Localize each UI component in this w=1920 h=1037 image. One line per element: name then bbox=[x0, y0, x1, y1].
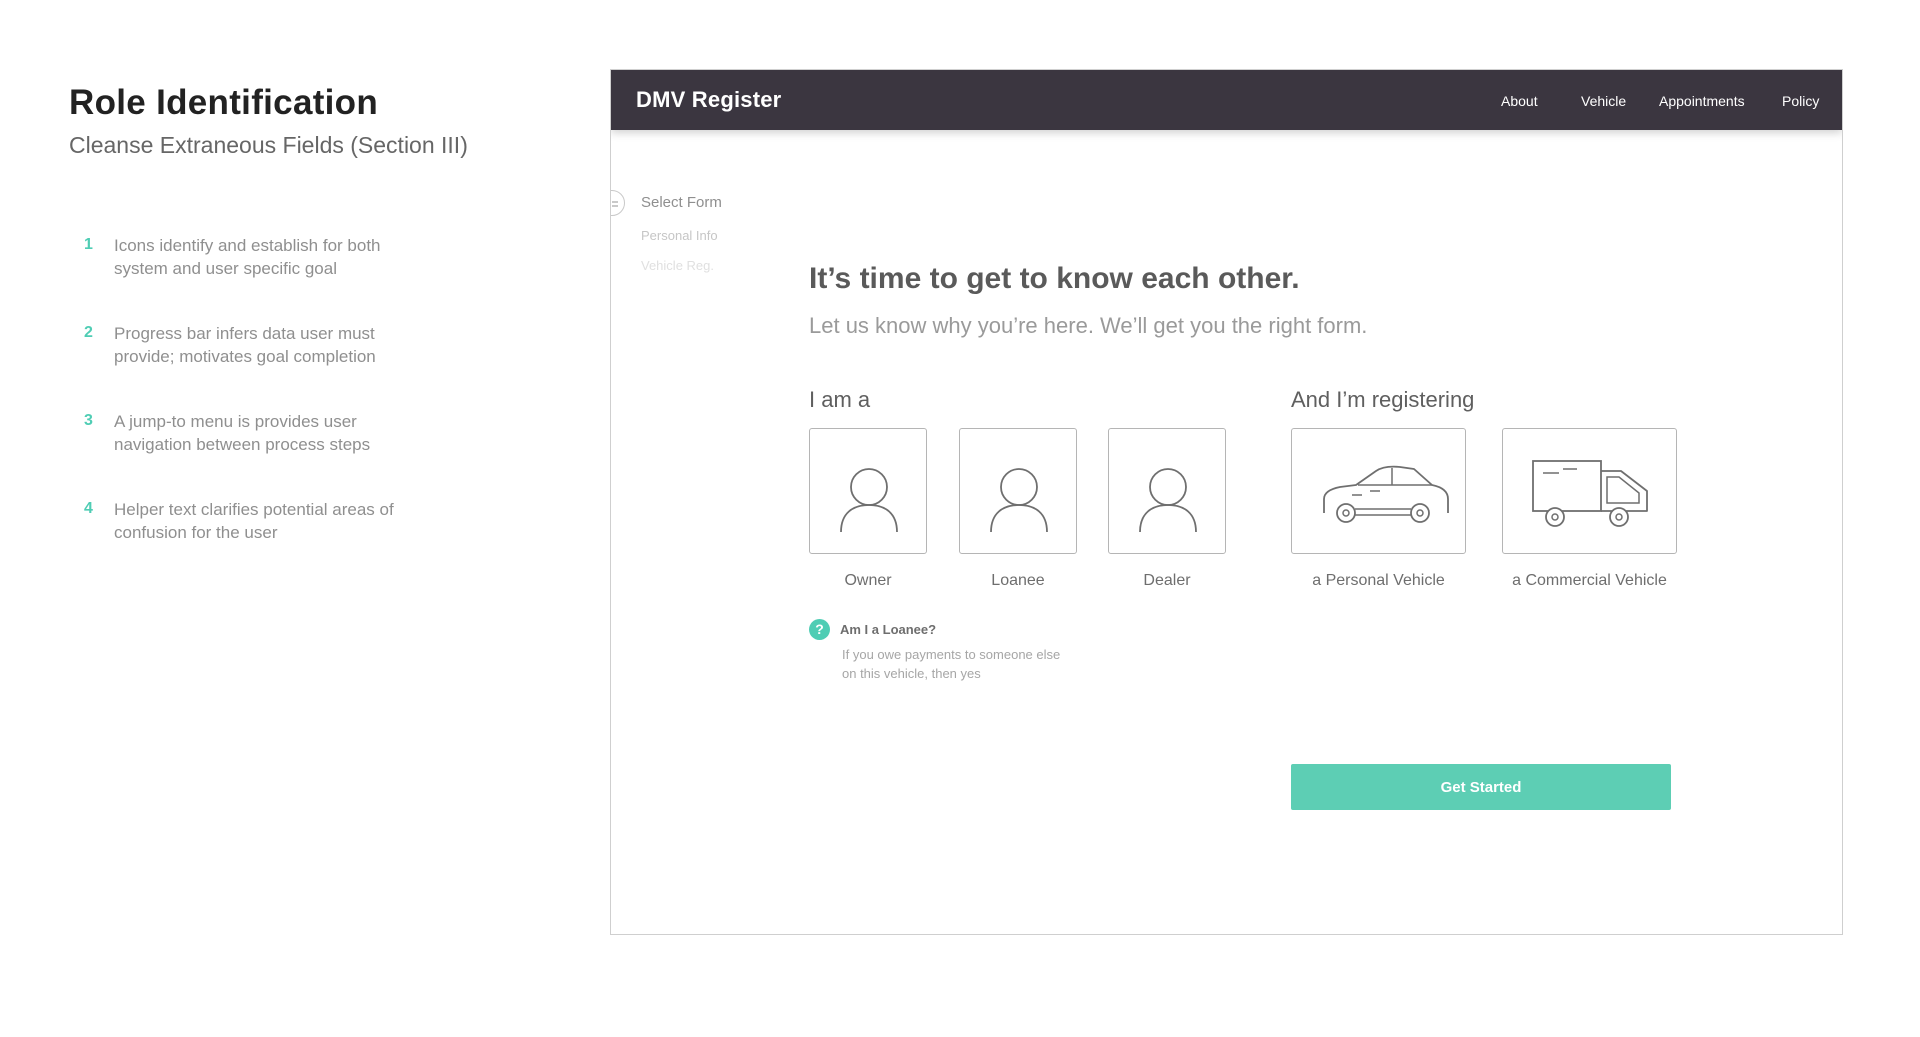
app-window: DMV Register About Vehicle Appointments … bbox=[610, 69, 1843, 935]
annotation-number: 2 bbox=[84, 324, 93, 341]
role-card-loanee[interactable] bbox=[959, 428, 1077, 554]
role-label-loanee: Loanee bbox=[991, 572, 1045, 589]
vehicle-card-commercial[interactable] bbox=[1502, 428, 1677, 554]
car-icon bbox=[1323, 465, 1449, 523]
annotation-number: 1 bbox=[84, 236, 93, 253]
brand-logo[interactable]: DMV Register bbox=[636, 87, 781, 113]
person-icon bbox=[1139, 468, 1197, 533]
top-navbar: DMV Register About Vehicle Appointments … bbox=[611, 70, 1842, 130]
truck-icon bbox=[1532, 460, 1648, 527]
help-question-icon[interactable]: ? bbox=[809, 619, 830, 640]
annotation-panel: Role Identification Cleanse Extraneous F… bbox=[69, 82, 529, 542]
annotation-number: 4 bbox=[84, 500, 93, 517]
nav-link-appointments[interactable]: Appointments bbox=[1659, 93, 1745, 109]
help-text: If you owe payments to someone else on t… bbox=[842, 647, 1061, 681]
vehicle-card-personal[interactable] bbox=[1291, 428, 1466, 554]
page-headline: It’s time to get to know each other. bbox=[809, 262, 1300, 295]
role-card-dealer[interactable] bbox=[1108, 428, 1226, 554]
annotation-number: 3 bbox=[84, 412, 93, 429]
get-started-button[interactable]: Get Started bbox=[1291, 764, 1671, 810]
annotation-text: Helper text clarifies potential areas of… bbox=[114, 500, 394, 542]
person-icon bbox=[840, 468, 898, 533]
progress-marker-icon bbox=[611, 190, 625, 216]
annotation-title: Role Identification bbox=[69, 83, 379, 122]
role-card-owner[interactable] bbox=[809, 428, 927, 554]
annotation-text: Icons identify and establish for both sy… bbox=[114, 236, 381, 278]
vehicle-group-label: And I’m registering bbox=[1291, 387, 1475, 412]
step-personal-info[interactable]: Personal Info bbox=[641, 228, 718, 243]
annotation-text: Progress bar infers data user must provi… bbox=[114, 324, 376, 366]
step-vehicle-reg[interactable]: Vehicle Reg. bbox=[641, 258, 714, 273]
nav-link-about[interactable]: About bbox=[1501, 93, 1538, 109]
role-label-dealer: Dealer bbox=[1143, 572, 1191, 589]
vehicle-label-personal: a Personal Vehicle bbox=[1312, 572, 1445, 589]
annotation-item: 4 Helper text clarifies potential areas … bbox=[69, 498, 529, 586]
nav-link-policy[interactable]: Policy bbox=[1782, 93, 1819, 109]
annotation-item: 2 Progress bar infers data user must pro… bbox=[69, 322, 529, 410]
step-select-form[interactable]: Select Form bbox=[641, 194, 722, 211]
role-label-owner: Owner bbox=[844, 572, 892, 589]
annotation-item: 1 Icons identify and establish for both … bbox=[69, 234, 529, 322]
annotation-list: 1 Icons identify and establish for both … bbox=[69, 234, 529, 586]
slide: Role Identification Cleanse Extraneous F… bbox=[0, 0, 1920, 1037]
annotation-text: A jump-to menu is provides user navigati… bbox=[114, 412, 371, 454]
nav-link-vehicle[interactable]: Vehicle bbox=[1581, 93, 1626, 109]
person-icon bbox=[990, 468, 1048, 533]
vehicle-label-commercial: a Commercial Vehicle bbox=[1512, 572, 1667, 589]
role-group-label: I am a bbox=[809, 387, 871, 412]
annotation-item: 3 A jump-to menu is provides user naviga… bbox=[69, 410, 529, 498]
help-title: Am I a Loanee? bbox=[840, 622, 937, 637]
annotation-subtitle: Cleanse Extraneous Fields (Section III) bbox=[69, 132, 468, 158]
page-subheading: Let us know why you’re here. We’ll get y… bbox=[809, 313, 1368, 338]
